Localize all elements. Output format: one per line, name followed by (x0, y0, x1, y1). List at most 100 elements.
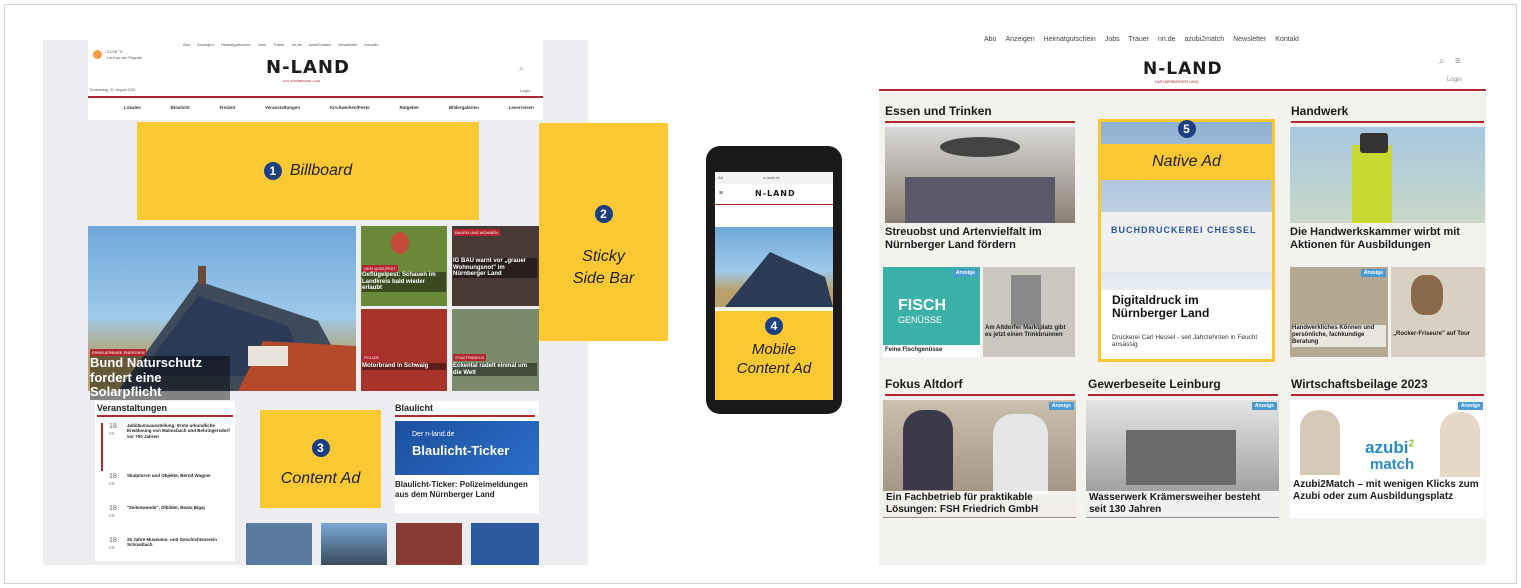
top-nav-item[interactable]: azubi2match (309, 42, 332, 47)
phone-screen: AA n-land.de ≡ N-LAND 4 Mobile Content A… (715, 172, 833, 400)
phone-hero-image[interactable] (715, 227, 833, 307)
top-nav-item[interactable]: Newsletter (338, 42, 357, 47)
top-nav-item[interactable]: Jobs (258, 42, 266, 47)
content-ad-label: Content Ad (280, 470, 361, 487)
native-ad-title[interactable]: Digitaldruck im Nürnberger Land (1112, 293, 1262, 321)
gallery-thumb[interactable] (396, 523, 462, 565)
main-nav-item[interactable]: Freizeit (219, 105, 235, 110)
top-nav-item[interactable]: Kontakt (1275, 36, 1299, 43)
search-icon[interactable]: ⌕ (519, 64, 523, 74)
brunnen-card[interactable]: Am Altdorfer Marktplatz gibt es jetzt ei… (983, 267, 1075, 357)
top-nav-item[interactable]: Abo (183, 42, 190, 47)
reader-mode-toggle[interactable]: AA (718, 175, 723, 180)
article-card[interactable]: STADTRADELN Eckental radelt einmal um di… (452, 309, 539, 391)
phone-menu-icon[interactable]: ≡ (719, 190, 723, 197)
hero-article[interactable]: ERNEUERBARE ENERGIEN Bund Naturschutz fo… (88, 226, 356, 400)
altdorf-headline[interactable]: Ein Fachbetrieb für praktikable Lösungen… (883, 491, 1076, 517)
event-title[interactable]: 25 Jahre Museums- und Geschichtsverein S… (127, 537, 231, 548)
login-link[interactable]: Login (1447, 77, 1462, 83)
handwerk-article-image[interactable] (1290, 127, 1485, 223)
top-nav-item[interactable]: Kontakt (364, 42, 378, 47)
article-headline[interactable]: Motorbrand in Schwaig (362, 363, 446, 370)
site-logo[interactable]: N-LAND (1143, 59, 1223, 79)
top-nav-item[interactable]: nn.de (1158, 36, 1176, 43)
phone-logo[interactable]: N-LAND (755, 189, 796, 198)
leinburg-card[interactable]: Anzeige Wasserwerk Krämersweiher besteht… (1086, 400, 1279, 518)
native-ad-card[interactable]: BUCHDRUCKEREI CHESSEL 5 Native Ad Digita… (1098, 119, 1275, 362)
leinburg-headline[interactable]: Wasserwerk Krämersweiher besteht seit 13… (1086, 491, 1279, 517)
top-nav-item[interactable]: Heimatgutschein (221, 42, 251, 47)
site-header: 21/26 °C Lauf an der Pegnitz Abo Anzeige… (88, 40, 543, 120)
gallery-thumb[interactable] (246, 523, 312, 565)
group-photo (905, 137, 1055, 223)
phone-divider (715, 204, 833, 205)
altdorf-card[interactable]: Anzeige Ein Fachbetrieb für praktikable … (883, 400, 1076, 518)
handwerk-small-card[interactable]: Anzeige Handwerkliches Können und persön… (1290, 267, 1388, 357)
blaulicht-headline[interactable]: Blaulicht-Ticker: Polizeimeldungen aus d… (395, 480, 539, 499)
brunnen-headline[interactable]: Am Altdorfer Marktplatz gibt es jetzt ei… (985, 325, 1073, 339)
essen-headline[interactable]: Streuobst und Artenvielfalt im Nürnberge… (885, 226, 1075, 252)
weather-location[interactable]: Lauf an der Pegnitz (107, 55, 142, 60)
top-nav-item[interactable]: Abo (984, 36, 996, 43)
section-title: Handwerk (1291, 104, 1349, 118)
wirtschaft-card[interactable]: Anzeige azubi2 match Azubi2Match – mit w… (1290, 400, 1485, 518)
current-date: Donnerstag, 31. August 2023 (90, 88, 136, 92)
search-icon[interactable]: ⌕ (1439, 56, 1445, 67)
billboard-label: Billboard (289, 162, 353, 179)
site-logo[interactable]: N-LAND (266, 57, 350, 78)
friseur-card[interactable]: „Rocker-Friseure" auf Tour (1391, 267, 1485, 357)
main-nav-item[interactable]: Bildergalerien (449, 105, 479, 110)
top-nav-item[interactable]: azubi2match (1185, 36, 1225, 43)
blaulicht-ticker-banner[interactable]: Der n-land.de Blaulicht-Ticker (395, 421, 539, 475)
event-title[interactable]: "Zeitenwende", Ölbilder, Beata Bigaj (127, 505, 231, 510)
top-nav-item[interactable]: Anzeigen (1005, 36, 1034, 43)
article-card[interactable]: GEFLÜGELPEST Geflügelpest: Schauen im La… (361, 226, 447, 306)
gallery-thumb[interactable] (321, 523, 387, 565)
article-headline[interactable]: Eckental radelt einmal um die Welt (453, 363, 537, 377)
azubi-logo-sup: 2 (1408, 438, 1415, 450)
main-nav-item[interactable]: Kirchweihen/Feste (330, 105, 370, 110)
fountain-photo (1011, 275, 1041, 325)
native-ad-banner: Native Ad (1101, 144, 1272, 180)
wirtschaft-headline[interactable]: Azubi2Match – mit wenigen Klicks zum Azu… (1290, 478, 1485, 504)
top-nav-item[interactable]: nn.de (292, 42, 302, 47)
friseur-photo (1411, 275, 1443, 315)
ad-number-badge: 5 (1177, 120, 1196, 138)
top-nav-item[interactable]: Trauer (273, 42, 285, 47)
ticker-title: Blaulicht-Ticker (412, 443, 510, 458)
top-nav-item[interactable]: Newsletter (1233, 36, 1266, 43)
fisch-caption[interactable]: Feine Fischgenüsse (883, 345, 980, 357)
article-headline[interactable]: IG BAU warnt vor „grauer Wohnungsnot" im… (453, 258, 537, 279)
menu-icon[interactable]: ≡ (1455, 56, 1461, 67)
main-nav-item[interactable]: Leserreisen (509, 105, 534, 110)
azubi-person (1300, 410, 1340, 475)
main-nav-item[interactable]: Blaulicht (171, 105, 190, 110)
site-tagline: DAS NÜRNBERGER LAND (1155, 80, 1199, 84)
event-title[interactable]: Skulpturen und Objekte, Bernd Wagner (127, 473, 231, 478)
top-nav-item[interactable]: Trauer (1129, 36, 1149, 43)
login-link[interactable]: Login (520, 88, 530, 93)
event-title[interactable]: Jubiläumsausstellung: Erste urkundliche … (127, 423, 231, 439)
article-headline[interactable]: Geflügelpest: Schauen im Landkreis bald … (362, 272, 446, 293)
main-nav-item[interactable]: Lokales (124, 105, 141, 110)
handwerk-small-headline[interactable]: Handwerkliches Können und persönliche, f… (1292, 325, 1386, 347)
building-sign: BUCHDRUCKEREI CHESSEL (1111, 225, 1257, 235)
article-label: BAUEN UND WOHNEN (453, 229, 500, 236)
top-nav-item[interactable]: Heimatgutschein (1044, 36, 1096, 43)
top-nav-item[interactable]: Anzeigen (197, 42, 214, 47)
friseur-headline[interactable]: „Rocker-Friseure" auf Tour (1393, 331, 1483, 338)
ad-number-badge: 2 (594, 205, 613, 223)
top-nav-item[interactable]: Jobs (1105, 36, 1120, 43)
essen-article-image[interactable] (885, 127, 1075, 223)
main-nav-item[interactable]: Veranstaltungen (265, 105, 300, 110)
hero-headline[interactable]: Bund Naturschutz fordert eine Solarpflic… (90, 355, 230, 400)
article-card[interactable]: POLIZEI Motorbrand in Schwaig (361, 309, 447, 391)
url-field[interactable]: n-land.de (763, 175, 780, 180)
gallery-thumb[interactable] (471, 523, 539, 565)
fisch-ad-card[interactable]: Anzeige FISCH GENÜSSE Feine Fischgenüsse (883, 267, 980, 357)
handwerk-headline[interactable]: Die Handwerkskammer wirbt mit Aktionen f… (1290, 226, 1485, 252)
main-nav-item[interactable]: Ratgeber (399, 105, 419, 110)
article-card[interactable]: BAUEN UND WOHNEN IG BAU warnt vor „graue… (452, 226, 539, 306)
azubi-logo-text: azubi (1365, 438, 1409, 457)
section-rule (885, 121, 1075, 123)
